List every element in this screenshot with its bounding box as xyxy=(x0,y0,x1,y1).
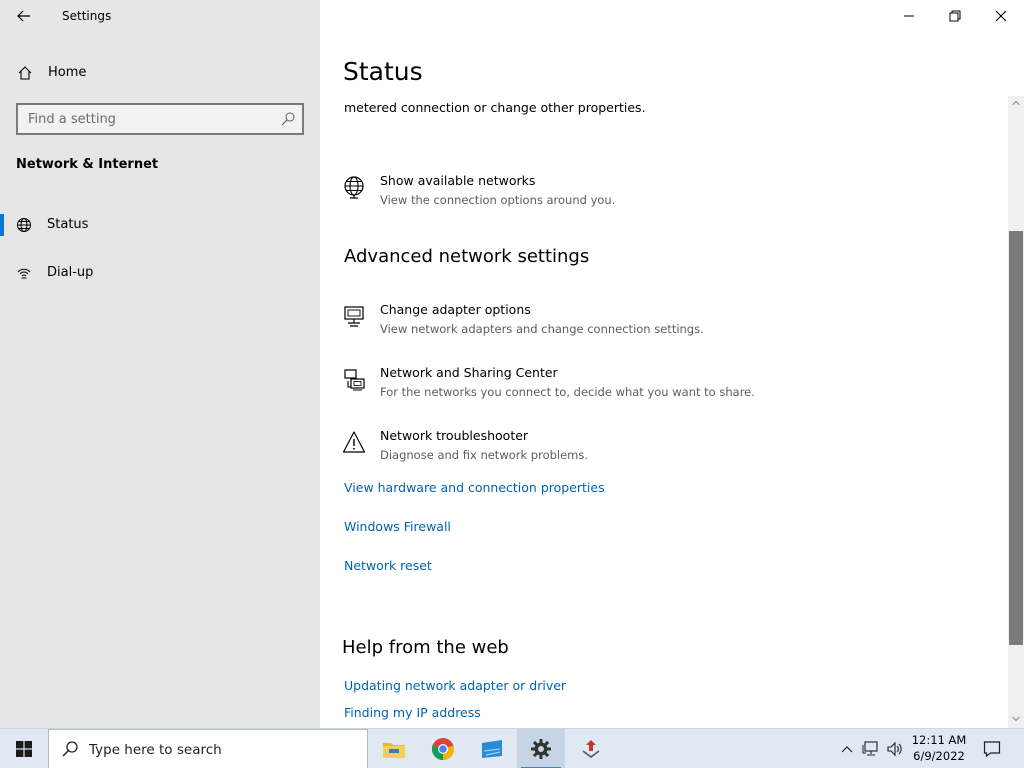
chevron-down-icon xyxy=(1012,716,1020,722)
globe-icon xyxy=(344,176,364,199)
action-title: Show available networks xyxy=(380,173,536,188)
network-sharing-center[interactable]: Network and Sharing Center For the netwo… xyxy=(342,365,942,407)
taskbar-settings[interactable] xyxy=(517,729,565,768)
find-setting-box[interactable] xyxy=(16,103,304,135)
find-setting-input[interactable] xyxy=(18,111,268,127)
gear-icon xyxy=(531,739,551,759)
search-icon xyxy=(281,112,295,126)
finding-ip-address-link[interactable]: Finding my IP address xyxy=(344,705,481,720)
action-subtitle: For the networks you connect to, decide … xyxy=(380,385,755,399)
nav-home[interactable]: Home xyxy=(0,58,320,88)
nav-home-label: Home xyxy=(48,65,87,80)
file-explorer-icon xyxy=(383,743,405,758)
main-content: Status metered connection or change othe… xyxy=(320,0,1024,728)
advanced-settings-heading: Advanced network settings xyxy=(344,246,590,267)
back-arrow-icon xyxy=(17,10,30,22)
search-icon xyxy=(62,741,78,757)
restore-button[interactable] xyxy=(932,0,978,32)
sidebar: Settings Home Network & Internet Status … xyxy=(0,0,320,728)
close-icon xyxy=(995,10,1007,22)
volume-tray-button[interactable] xyxy=(884,729,906,768)
restore-icon xyxy=(949,10,961,22)
metered-connection-text: metered connection or change other prope… xyxy=(344,100,646,115)
change-adapter-options[interactable]: Change adapter options View network adap… xyxy=(342,302,942,344)
store-icon xyxy=(482,740,502,758)
windows-logo-icon xyxy=(16,741,32,757)
page-title: Status xyxy=(343,57,423,86)
taskbar-search-placeholder: Type here to search xyxy=(89,742,222,758)
sidebar-item-label: Status xyxy=(47,217,89,232)
chevron-up-icon xyxy=(1012,100,1020,106)
sidebar-item-status[interactable]: Status xyxy=(0,208,320,242)
start-button[interactable] xyxy=(0,729,48,768)
app-title: Settings xyxy=(62,9,112,23)
action-subtitle: Diagnose and fix network problems. xyxy=(380,448,589,462)
network-troubleshooter[interactable]: Network troubleshooter Diagnose and fix … xyxy=(342,428,942,470)
chrome-icon xyxy=(431,738,455,761)
close-button[interactable] xyxy=(978,0,1024,32)
app-icon xyxy=(582,740,600,758)
scrollbar-thumb[interactable] xyxy=(1009,231,1023,645)
notification-icon xyxy=(983,741,1001,758)
speaker-icon xyxy=(887,741,902,757)
globe-icon xyxy=(17,218,31,232)
show-available-networks[interactable]: Show available networks View the connect… xyxy=(342,173,942,215)
chevron-up-icon xyxy=(841,746,853,753)
windows-firewall-link[interactable]: Windows Firewall xyxy=(344,519,451,534)
dialup-icon xyxy=(17,268,31,279)
taskbar-store[interactable] xyxy=(468,729,516,768)
taskbar-app[interactable] xyxy=(567,729,615,768)
network-icon xyxy=(862,741,878,756)
back-button[interactable] xyxy=(8,2,40,30)
show-hidden-icons-button[interactable] xyxy=(838,729,856,768)
view-hardware-properties-link[interactable]: View hardware and connection properties xyxy=(344,480,605,495)
action-title: Network troubleshooter xyxy=(380,428,529,443)
sidebar-item-label: Dial-up xyxy=(47,265,94,280)
taskbar-chrome[interactable] xyxy=(419,729,467,768)
scroll-down-button[interactable] xyxy=(1008,712,1024,726)
taskbar-search-box[interactable]: Type here to search xyxy=(48,729,368,768)
section-title: Network & Internet xyxy=(16,157,159,172)
action-subtitle: View the connection options around you. xyxy=(380,193,616,207)
scroll-up-button[interactable] xyxy=(1008,96,1024,110)
action-subtitle: View network adapters and change connect… xyxy=(380,322,704,336)
taskbar-clock[interactable]: 12:11 AM 6/9/2022 xyxy=(906,732,972,764)
action-title: Change adapter options xyxy=(380,302,531,317)
home-icon xyxy=(18,66,32,80)
help-from-web-heading: Help from the web xyxy=(342,637,509,658)
network-tray-button[interactable] xyxy=(860,729,882,768)
minimize-button[interactable] xyxy=(886,0,932,32)
warning-icon xyxy=(342,431,366,453)
network-reset-link[interactable]: Network reset xyxy=(344,558,432,573)
taskbar: Type here to search 12:11 AM 6/9/2022 xyxy=(0,728,1024,768)
updating-adapter-driver-link[interactable]: Updating network adapter or driver xyxy=(344,678,566,693)
clock-date: 6/9/2022 xyxy=(913,749,965,763)
minimize-icon xyxy=(904,15,914,17)
notifications-button[interactable] xyxy=(978,729,1006,768)
taskbar-file-explorer[interactable] xyxy=(370,729,418,768)
action-title: Network and Sharing Center xyxy=(380,365,558,380)
adapter-icon xyxy=(344,306,364,327)
sharing-center-icon xyxy=(344,369,365,391)
sidebar-item-dialup[interactable]: Dial-up xyxy=(0,256,320,290)
clock-time: 12:11 AM xyxy=(911,733,967,747)
